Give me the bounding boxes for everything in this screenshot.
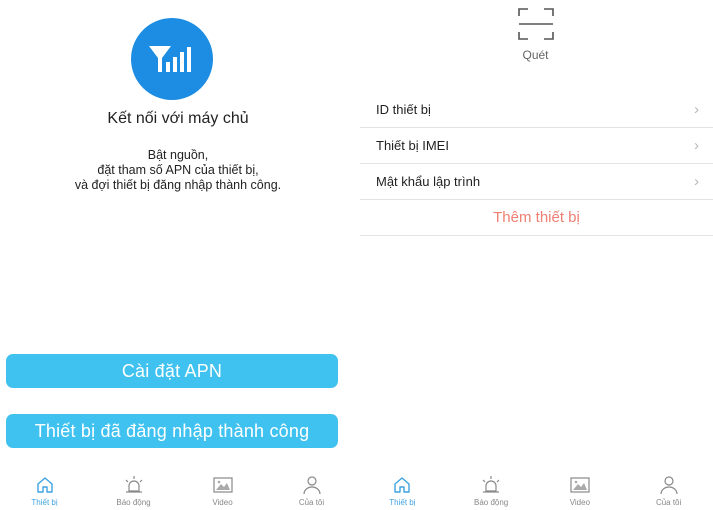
instruction-line: và đợi thiết bị đăng nhập thành công. [74, 178, 282, 192]
tab-devices[interactable]: Thiết bị [358, 474, 447, 510]
tab-devices[interactable]: Thiết bị [0, 474, 89, 510]
user-icon [302, 474, 322, 496]
tab-label: Video [212, 498, 233, 507]
program-password-field[interactable]: Mật khẩu lập trình › [360, 164, 713, 200]
add-device-screen: Quét ID thiết bị › Thiết bị IMEI › Mật k… [358, 0, 713, 510]
connect-server-screen: Kết nối với máy chủ Bật nguồn, đặt tham … [0, 0, 356, 510]
device-id-field[interactable]: ID thiết bị › [360, 92, 713, 128]
home-icon [392, 474, 412, 496]
chevron-right-icon: › [694, 101, 699, 118]
image-icon [212, 474, 234, 496]
field-label: ID thiết bị [376, 102, 431, 117]
scan-icon [517, 8, 554, 40]
home-icon [35, 474, 55, 496]
tab-label: Báo động [116, 498, 151, 507]
tab-label: Của tôi [655, 498, 682, 507]
tab-bar: Thiết bị Báo động Video Của tôi [358, 474, 713, 510]
user-icon [659, 474, 679, 496]
instruction-line: đặt tham số APN của thiết bị, [97, 163, 259, 177]
tab-me[interactable]: Của tôi [267, 474, 356, 510]
signal-tower-icon [131, 18, 213, 100]
imei-field[interactable]: Thiết bị IMEI › [360, 128, 713, 164]
tab-alarm[interactable]: Báo động [447, 474, 536, 510]
device-form: ID thiết bị › Thiết bị IMEI › Mật khẩu l… [360, 92, 713, 236]
tab-label: Của tôi [298, 498, 325, 507]
alarm-icon [480, 474, 502, 496]
tab-video[interactable]: Video [178, 474, 267, 510]
field-label: Mật khẩu lập trình [376, 174, 481, 189]
add-device-button[interactable]: Thêm thiết bị [360, 200, 713, 236]
tab-me[interactable]: Của tôi [624, 474, 713, 510]
tab-bar: Thiết bị Báo động Video Của tôi [0, 474, 356, 510]
scan-label: Quét [522, 48, 549, 62]
tab-label: Thiết bị [389, 498, 416, 507]
scan-button[interactable]: Quét [358, 6, 713, 62]
tab-alarm[interactable]: Báo động [89, 474, 178, 510]
field-label: Thiết bị IMEI [376, 138, 449, 153]
tab-video[interactable]: Video [536, 474, 625, 510]
device-logged-in-button[interactable]: Thiết bị đã đăng nhập thành công [6, 414, 338, 448]
chevron-right-icon: › [694, 137, 699, 154]
chevron-right-icon: › [694, 173, 699, 190]
instructions-text: Bật nguồn, đặt tham số APN của thiết bị,… [0, 148, 356, 193]
apn-settings-button[interactable]: Cài đặt APN [6, 354, 338, 388]
tab-label: Báo động [473, 498, 509, 507]
instruction-line: Bật nguồn, [147, 148, 209, 162]
image-icon [569, 474, 591, 496]
page-title: Kết nối với máy chủ [107, 110, 249, 127]
tab-label: Thiết bị [31, 498, 58, 507]
tab-label: Video [569, 498, 591, 507]
alarm-icon [123, 474, 145, 496]
